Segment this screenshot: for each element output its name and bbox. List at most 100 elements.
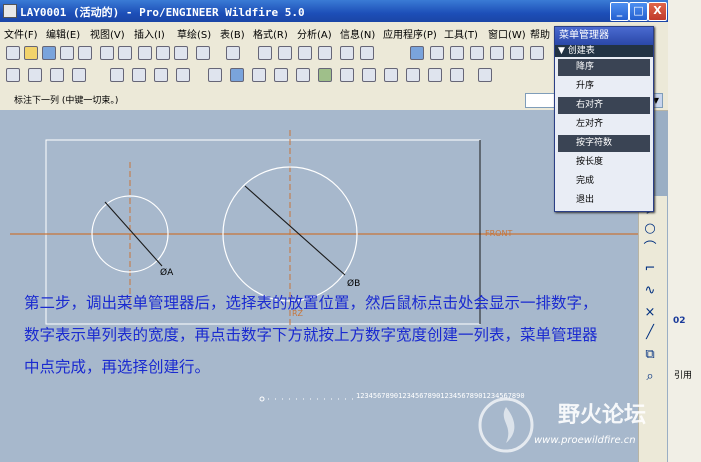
menu-manager-submenu-label: 创建表 [567,46,595,56]
menu-tools[interactable]: 工具(T) [444,26,478,41]
menu-item-right-justify[interactable]: 右对齐 [558,97,650,114]
cut-icon[interactable] [258,46,272,60]
dimension-label-a: ØA [160,267,174,278]
table-icon[interactable] [428,68,442,82]
menu-sketch[interactable]: 草绘(S) [177,26,211,41]
instruction-text: 第二步，调出菜单管理器后，选择表的放置位置，然后鼠标点击处会显示一排数字，数字表… [24,294,598,376]
repeat-region-icon[interactable] [450,68,464,82]
maximize-button[interactable]: □ [629,2,648,21]
watermark-title: 野火论坛 [558,402,647,428]
menu-help[interactable]: 帮助 [530,26,550,41]
menu-window[interactable]: 窗口(W) [488,26,526,41]
paste-special-icon[interactable] [318,46,332,60]
save-icon[interactable] [42,46,56,60]
datum-plane-icon[interactable] [110,68,124,82]
menu-manager-submenu[interactable]: ▼ 创建表 [555,45,653,57]
minimize-icon: _ [616,4,623,17]
table-origin-marker [259,396,265,402]
front-label: FRONT [485,229,512,238]
ordinate-dim-icon[interactable] [274,68,288,82]
menu-item-done[interactable]: 完成 [558,173,650,190]
right-panel-text-2: 02 [673,316,686,326]
fillet-tool-icon[interactable]: ⌐ [643,262,657,276]
maximize-icon: □ [633,4,644,17]
zoom-in-icon[interactable] [490,46,504,60]
close-button[interactable]: X [648,2,667,21]
menu-manager-title: 菜单管理器 [555,27,653,45]
dimension-icon[interactable] [252,68,266,82]
folder-icon[interactable] [138,46,152,60]
redo-icon[interactable] [226,46,240,60]
repaint-icon[interactable] [410,46,424,60]
menu-item-left-justify[interactable]: 左对齐 [558,116,650,133]
cross-icon[interactable] [208,68,222,82]
menu-item-descending[interactable]: 降序 [558,59,650,76]
shaded-icon[interactable] [72,68,86,82]
zoom-fit-icon[interactable] [530,46,544,60]
minimize-button[interactable]: _ [610,2,629,21]
menu-item-ascending[interactable]: 升序 [558,78,650,95]
export-icon[interactable] [174,46,188,60]
new-file-icon[interactable] [6,46,20,60]
undo-icon[interactable] [196,46,210,60]
no-hidden-icon[interactable] [50,68,64,82]
mirror-tool-icon[interactable]: ⌕ [643,370,657,384]
right-panel-text-1: 引用 [674,371,693,381]
refit-icon[interactable] [450,46,464,60]
diameter-leader-b [244,185,346,276]
flame-logo-icon [478,397,534,453]
orient-icon[interactable] [430,46,444,60]
point-tool-icon[interactable]: × [643,306,657,320]
background-window-strip: 02 引用 [668,0,701,462]
zoom-out-icon[interactable] [510,46,524,60]
spline-tool-icon[interactable]: ∿ [643,284,657,298]
datum-point-icon[interactable] [154,68,168,82]
whats-this-icon[interactable] [478,68,492,82]
hatch-icon[interactable] [340,68,354,82]
menu-format[interactable]: 格式(R) [253,26,288,41]
datum-axis-icon[interactable] [132,68,146,82]
paste-icon[interactable] [298,46,312,60]
close-icon: X [653,4,662,17]
arc-tool-icon[interactable]: ⌒ [643,242,657,256]
menu-item-quit[interactable]: 退出 [558,192,650,209]
menu-analysis[interactable]: 分析(A) [297,26,332,41]
menu-edit[interactable]: 编辑(E) [46,26,80,41]
gtol-icon[interactable] [384,68,398,82]
surface-finish-icon[interactable] [362,68,376,82]
menu-view[interactable]: 视图(V) [90,26,125,41]
window-title: LAY0001 (活动的) - Pro/ENGINEER Wildfire 5.… [20,6,305,19]
open-folder-icon[interactable] [24,46,38,60]
status-message: 标注下一列 (中键一切束。) [14,96,119,106]
page-setup-icon[interactable] [118,46,132,60]
replace-icon[interactable] [230,68,244,82]
circle-tool-icon[interactable]: ○ [643,222,657,236]
note-icon[interactable] [406,68,420,82]
coordinate-system-icon[interactable] [176,68,190,82]
box-select-icon[interactable] [360,46,374,60]
menu-item-by-length[interactable]: 按长度 [558,154,650,171]
mail-icon[interactable] [78,46,92,60]
copy-icon[interactable] [278,46,292,60]
menu-insert[interactable]: 插入(I) [134,26,165,41]
title-bar: LAY0001 (活动的) - Pro/ENGINEER Wildfire 5.… [0,0,668,22]
menu-file[interactable]: 文件(F) [4,26,38,41]
printer-icon[interactable] [100,46,114,60]
menu-info[interactable]: 信息(N) [340,26,375,41]
menu-applications[interactable]: 应用程序(P) [383,26,437,41]
watermark-url: www.proewildfire.cn [534,435,636,446]
line-tool-icon[interactable]: ╱ [643,326,657,340]
window-icon[interactable] [156,46,170,60]
baseline-icon[interactable] [296,68,310,82]
menu-manager-panel: 菜单管理器 ▼ 创建表 降序 升序 右对齐 左对齐 按字符数 按长度 完成 退出 [554,26,654,212]
layers-icon[interactable] [470,46,484,60]
symbol-icon[interactable] [318,68,332,82]
hidden-line-icon[interactable] [28,68,42,82]
menu-table[interactable]: 表(B) [220,26,245,41]
select-icon[interactable] [340,46,354,60]
print-icon[interactable] [60,46,74,60]
forum-watermark: 野火论坛 www.proewildfire.cn [476,395,666,457]
menu-item-by-num-chars[interactable]: 按字符数 [558,135,650,152]
cube-icon[interactable] [6,68,20,82]
offset-tool-icon[interactable]: ⧉ [643,348,657,362]
